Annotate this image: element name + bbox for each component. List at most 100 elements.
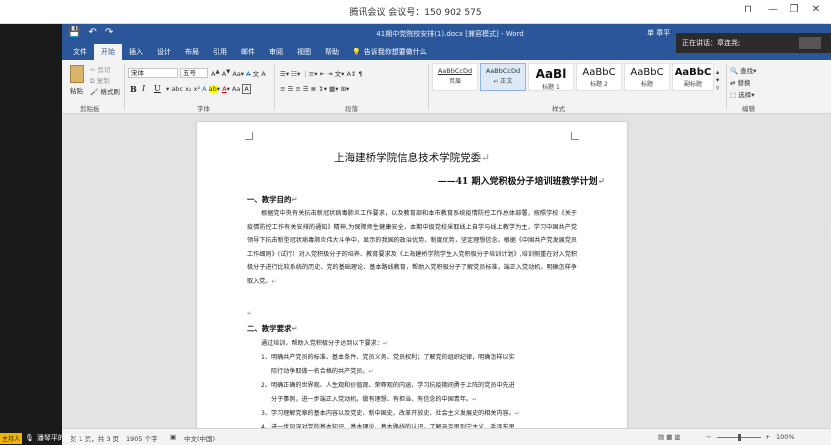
editing-group-label: 编辑 <box>742 105 755 113</box>
zoom-out-button[interactable]: − <box>706 433 711 441</box>
style-sample: AaBbCcDd <box>485 67 521 75</box>
speaking-text: 正在讲话：章连尧; <box>682 39 741 47</box>
style-heading-2[interactable]: AaBbC 标题 2 <box>576 63 622 91</box>
meeting-title-bar: 腾讯会议 会议号：150 902 575 ⊓ — ❐ ✕ <box>0 0 831 24</box>
group-separator <box>124 64 125 110</box>
plan-heading: ——41 期入党积极分子培训班教学计划↵ <box>437 177 605 187</box>
italic-button[interactable]: I <box>142 84 145 93</box>
style-heading-1[interactable]: AaBl 标题 1 <box>528 63 574 91</box>
zoom-slider-thumb[interactable] <box>738 434 741 441</box>
font-name-select[interactable]: 宋体 <box>128 68 178 78</box>
group-separator <box>726 64 727 110</box>
style-title[interactable]: AaBbC 标题 <box>624 63 670 91</box>
tab-home[interactable]: 开始 <box>94 44 122 60</box>
list-item: 3、学习理解党章的基本内容以及党史、新中国史、改革开放史、社会主义发展史的相关内… <box>261 410 520 417</box>
underline-button[interactable]: U <box>154 84 161 93</box>
cut-button[interactable]: ✂ 剪切 <box>90 64 111 74</box>
zoom-in-button[interactable]: + <box>765 433 770 441</box>
speaking-indicator: 正在讲话：章连尧; <box>676 33 831 53</box>
tab-insert[interactable]: 插入 <box>122 44 150 60</box>
style-name: ↵ 正文 <box>493 78 513 85</box>
list-item: 际行动争取做一名合格的共产党员。↵ <box>271 368 374 375</box>
minimize-button[interactable]: — <box>765 4 781 15</box>
chevron-left-icon[interactable]: ‹ <box>822 228 826 238</box>
section-1-paragraph: 根据党中央有关抗击新冠状病毒肺炎工作要求，以及教育部和本市教育系统疫情防控工作总… <box>247 210 577 285</box>
copy-icon: ⧉ <box>90 77 95 85</box>
styles-gallery-scroll[interactable]: ▴ ▾ ▿ <box>716 68 719 92</box>
group-separator <box>274 64 275 110</box>
word-count[interactable]: 1905 个字 <box>126 433 158 443</box>
font-group-label: 字体 <box>197 105 210 113</box>
tab-design[interactable]: 设计 <box>150 44 178 60</box>
section-2-intro: 通过培训，帮助入党积极分子达到以下要求：↵ <box>261 340 388 347</box>
style-subtitle[interactable]: AaBbC 副标题 <box>672 63 714 91</box>
restore-button[interactable]: ❐ <box>786 4 802 15</box>
brush-icon: 🖌 <box>90 88 99 96</box>
list-item-text: 3、学习理解党章的基本内容以及党史、新中国史、改革开放史、社会主义发展史的相关内… <box>261 410 515 417</box>
presenter-bar: 主持人 🎙 潘琴平的屏幕共享 <box>0 431 93 445</box>
group-separator <box>428 64 429 110</box>
mic-icon: 🎙 <box>25 434 34 442</box>
view-mode-buttons[interactable]: ▤ ▦ ▥ <box>658 433 681 441</box>
copy-button[interactable]: ⧉ 复制 <box>90 75 110 86</box>
style-name: 标题 2 <box>590 81 608 88</box>
ribbon-home: 粘贴 ✂ 剪切 ⧉ 复制 🖌 格式刷 剪贴板 宋体 五号 A▲ A▼ Aa▾ A… <box>62 60 831 114</box>
format-painter-button[interactable]: 🖌 格式刷 <box>90 86 120 96</box>
close-button[interactable]: ✕ <box>808 4 824 15</box>
paste-button[interactable]: 粘贴 <box>70 85 83 95</box>
tell-me-search[interactable]: 💡 告诉我你想要做什么 <box>352 47 427 57</box>
style-normal[interactable]: AaBbCcDd ↵ 正文 <box>480 63 526 91</box>
list-buttons[interactable]: ☰▾ ☷▾ ⋮≡▾ ⇤ ⇥ 文▾ A↕ ¶ <box>280 68 363 78</box>
replace-label: 替换 <box>737 79 751 87</box>
proofing-icon[interactable]: ▣ <box>170 433 176 441</box>
lightbulb-icon: 💡 <box>352 48 361 56</box>
copy-label: 复制 <box>96 77 110 85</box>
paragraph-text: 根据党中央有关抗击新冠状病毒肺炎工作要求，以及教育部和本市教育系统疫情防控工作总… <box>247 210 577 285</box>
list-item: 1、明确共产党员的标准、基本条件、党员义务、党员权利；了解党的组织纪律，明确怎样… <box>261 354 515 361</box>
status-bar: 第 1 页，共 3 页 1905 个字 ▣ 中文(中国) ▤ ▦ ▥ − + 1… <box>62 428 831 445</box>
tab-file[interactable]: 文件 <box>66 44 94 60</box>
scissors-icon: ✂ <box>90 66 96 74</box>
style-header[interactable]: AaBbCcDd 页眉 <box>432 63 478 91</box>
cursor-icon: ⬚ <box>730 91 737 99</box>
list-item: 2、明确正确的世界观、人生观和价值观、荣辱观的内涵，学习抗疫期间勇于上阵的党员中… <box>261 382 515 389</box>
style-sample: AaBbC <box>582 67 616 78</box>
font-effects[interactable]: ▾ abc x₂ x² A ab▾ A▾ Aa A <box>166 84 251 94</box>
language-indicator[interactable]: 中文(中国) <box>184 433 215 443</box>
screen-share-label: 潘琴平的屏幕共享 <box>36 434 93 442</box>
style-name: 副标题 <box>683 81 702 88</box>
paste-icon[interactable] <box>70 65 84 83</box>
tab-review[interactable]: 审阅 <box>262 44 290 60</box>
tab-help[interactable]: 帮助 <box>318 44 346 60</box>
select-button[interactable]: ⬚ 选择▾ <box>730 89 755 99</box>
replace-icon: ⇄ <box>730 79 736 87</box>
section-1-text: 一、教学目的 <box>247 195 292 204</box>
pin-icon[interactable]: ⊓ <box>740 4 756 15</box>
tab-view[interactable]: 视图 <box>290 44 318 60</box>
tab-references[interactable]: 引用 <box>206 44 234 60</box>
font-size-select[interactable]: 五号 <box>180 68 208 78</box>
find-button[interactable]: 🔍 查找▾ <box>730 65 756 75</box>
meeting-title: 腾讯会议 会议号：150 902 575 <box>349 8 482 18</box>
org-text: 上海建桥学院信息技术学院党委 <box>334 152 482 164</box>
font-size-tools[interactable]: A▲ A▼ Aa▾ A̶ 文 A <box>211 68 266 78</box>
bold-button[interactable]: B <box>130 84 137 94</box>
alignment-buttons[interactable]: ≡ ☰ ≡ ☰ ≣ ↕▾ ▦▾ ⊞▾ <box>280 85 349 93</box>
find-label: 查找 <box>740 67 754 75</box>
paragraph-group-label: 段落 <box>345 105 358 113</box>
style-sample: AaBbCcDd <box>437 67 473 75</box>
search-icon: 🔍 <box>730 67 739 75</box>
styles-group-label: 样式 <box>552 105 565 113</box>
document-page[interactable]: 上海建桥学院信息技术学院党委↵ ——41 期入党积极分子培训班教学计划↵ 一、教… <box>197 122 627 442</box>
margin-mark <box>245 132 253 140</box>
style-name: 页眉 <box>448 78 461 85</box>
select-label: 选择 <box>738 91 752 99</box>
account-name[interactable]: 单 章平 <box>647 28 670 38</box>
replace-button[interactable]: ⇄ 替换 <box>730 77 751 87</box>
intro-text: 通过培训，帮助入党积极分子达到以下要求： <box>261 340 383 347</box>
zoom-level[interactable]: 100% <box>776 433 795 441</box>
tab-layout[interactable]: 布局 <box>178 44 206 60</box>
style-sample: AaBbC <box>674 67 712 78</box>
clipboard-group-label: 剪贴板 <box>80 105 100 113</box>
tab-mailings[interactable]: 邮件 <box>234 44 262 60</box>
